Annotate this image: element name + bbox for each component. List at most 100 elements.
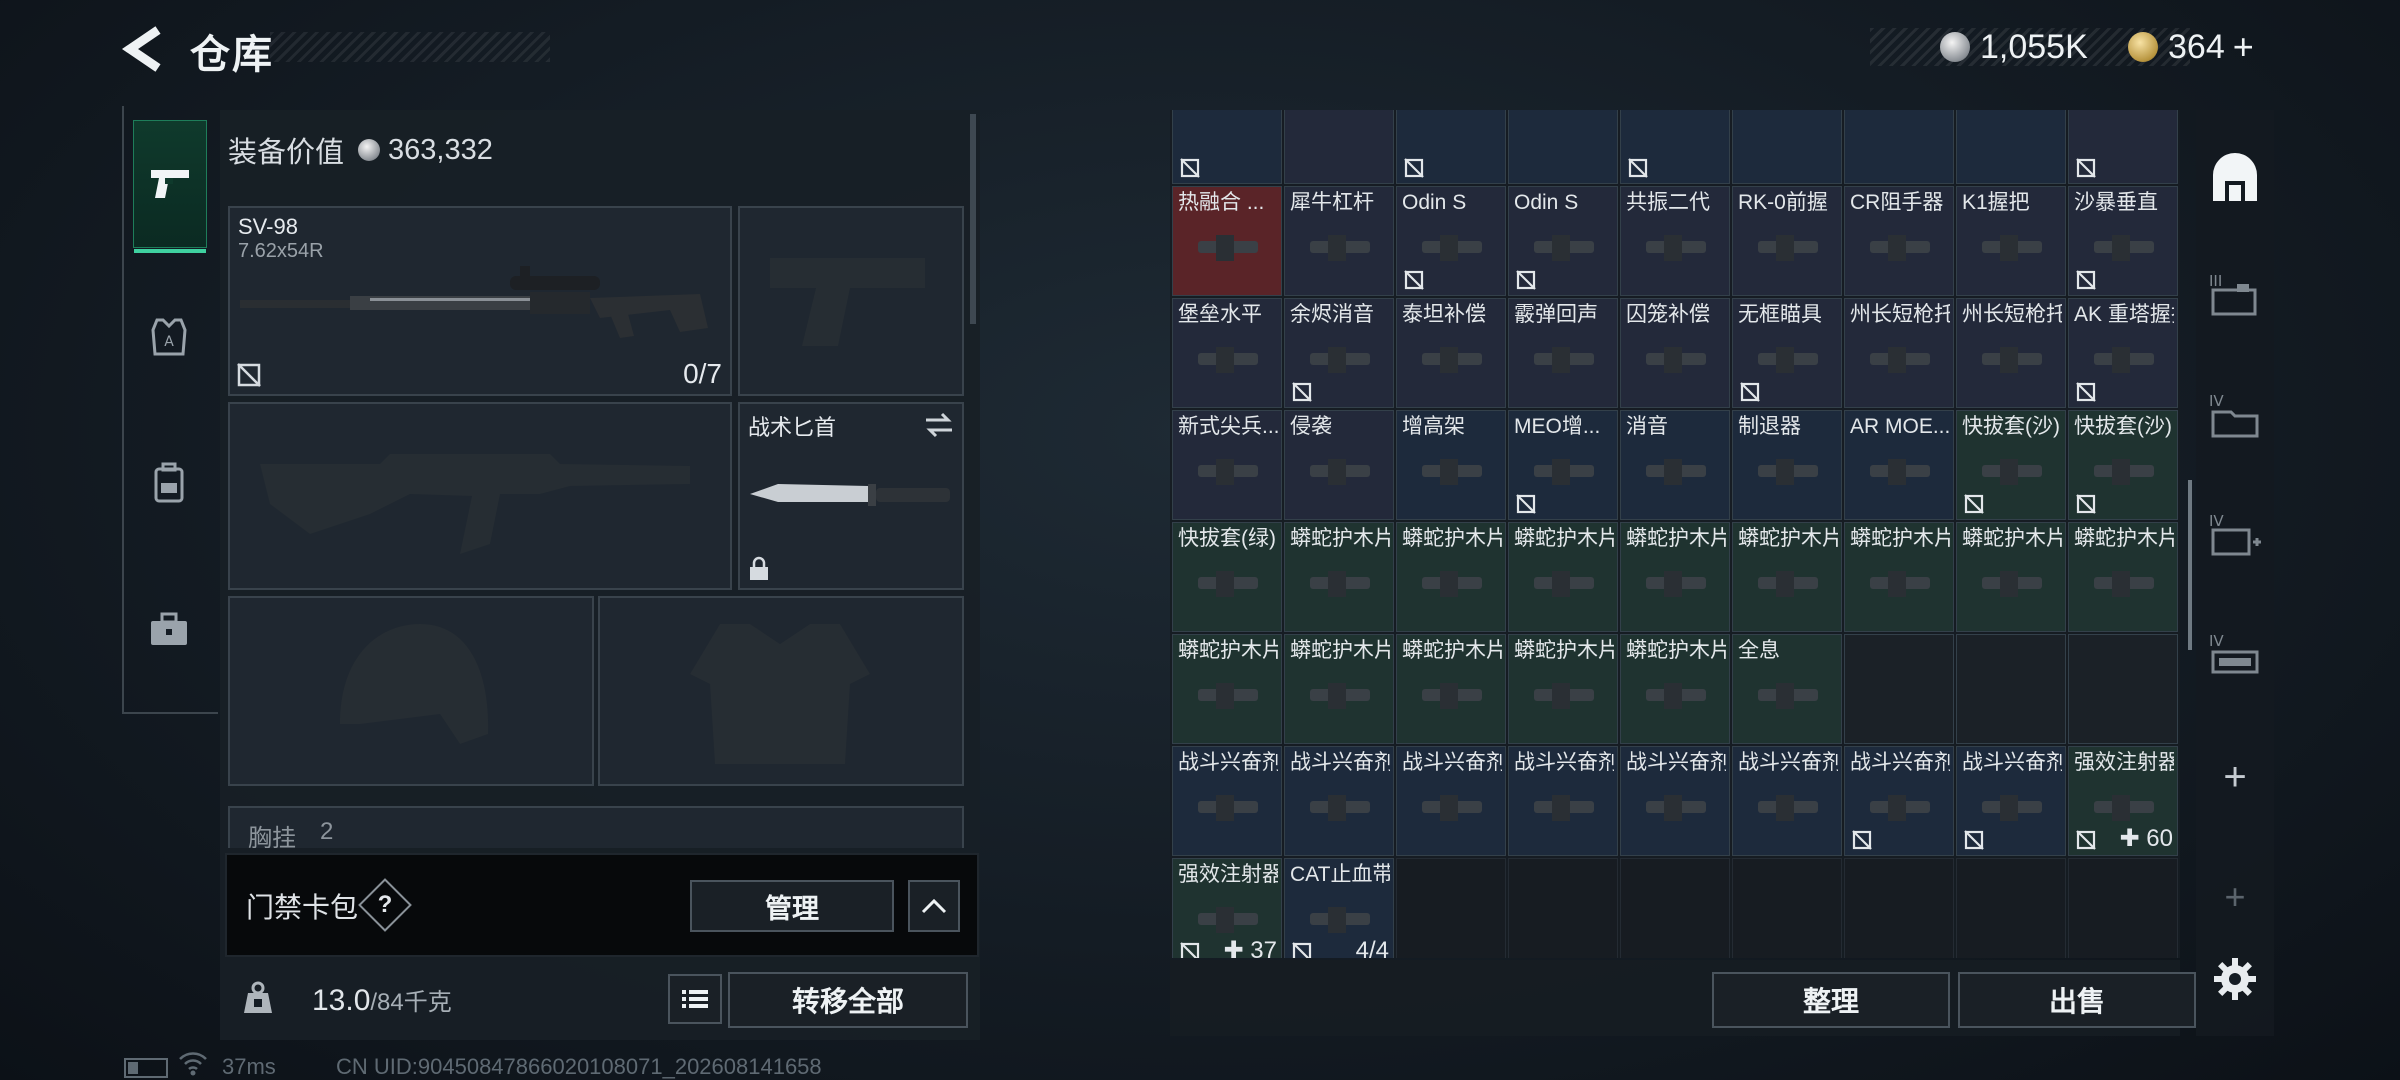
sidebar-item-container-4a[interactable]: IV: [2200, 370, 2270, 460]
stash-item[interactable]: 蟒蛇护木片: [1844, 522, 1954, 632]
stash-item[interactable]: 堡垒水平: [1172, 298, 1282, 408]
stash-empty-slot[interactable]: [1844, 858, 1954, 958]
stash-item[interactable]: 快拔套(沙): [2068, 410, 2178, 520]
stash-item[interactable]: CR阻手器: [1844, 186, 1954, 296]
stash-item[interactable]: 新式尖兵...: [1172, 410, 1282, 520]
stash-empty-slot[interactable]: [1732, 110, 1842, 184]
stash-item[interactable]: 蟒蛇护木片: [1284, 634, 1394, 744]
swap-icon[interactable]: [924, 412, 954, 438]
stash-empty-slot[interactable]: [2068, 858, 2178, 958]
stash-item[interactable]: 蟒蛇护木片: [1396, 522, 1506, 632]
sort-button[interactable]: 整理: [1712, 972, 1950, 1028]
stash-item[interactable]: 霰弹回声: [1508, 298, 1618, 408]
stash-item[interactable]: 无框瞄具: [1732, 298, 1842, 408]
body-armor-slot[interactable]: [598, 596, 964, 786]
stash-item[interactable]: 州长短枪托: [1956, 298, 2066, 408]
stash-item[interactable]: 蟒蛇护木片: [1620, 634, 1730, 744]
stash-item[interactable]: 强效注射器 ✚ 37: [1172, 858, 1282, 958]
stash-item[interactable]: CAT止血带 4/4: [1284, 858, 1394, 958]
stash-empty-slot[interactable]: [1844, 634, 1954, 744]
stash-item[interactable]: 全息: [1732, 634, 1842, 744]
help-button[interactable]: ?: [366, 886, 404, 924]
secondary-weapon-slot[interactable]: [228, 402, 732, 590]
add-gold-button[interactable]: +: [2233, 26, 2254, 68]
stash-item[interactable]: 战斗兴奋剂: [1172, 746, 1282, 856]
stash-item[interactable]: 囚笼补偿: [1620, 298, 1730, 408]
knife-slot[interactable]: 战术匕首: [738, 402, 964, 590]
sidebar-item-container-4b[interactable]: IV: [2200, 490, 2270, 580]
stash-item[interactable]: 战斗兴奋剂: [1508, 746, 1618, 856]
stash-empty-slot[interactable]: [1172, 110, 1282, 184]
stash-empty-slot[interactable]: [2068, 634, 2178, 744]
stash-empty-slot[interactable]: [1620, 858, 1730, 958]
stash-empty-slot[interactable]: [1732, 858, 1842, 958]
rail-item-toolbox[interactable]: [133, 566, 205, 692]
stash-item[interactable]: 泰坦补偿: [1396, 298, 1506, 408]
stash-empty-slot[interactable]: [1620, 110, 1730, 184]
stash-empty-slot[interactable]: [1956, 634, 2066, 744]
rail-item-armor[interactable]: A: [133, 274, 205, 400]
stash-item[interactable]: 蟒蛇护木片: [1508, 522, 1618, 632]
stash-item[interactable]: 快拔套(绿): [1172, 522, 1282, 632]
stash-item[interactable]: 余烬消音: [1284, 298, 1394, 408]
sidebar-item-stash[interactable]: [2200, 134, 2270, 224]
stash-item[interactable]: 快拔套(沙): [1956, 410, 2066, 520]
stash-item[interactable]: 热融合 ...: [1172, 186, 1282, 296]
stash-item[interactable]: 消音: [1620, 410, 1730, 520]
stash-empty-slot[interactable]: [1396, 858, 1506, 958]
stash-empty-slot[interactable]: [1284, 110, 1394, 184]
stash-item[interactable]: 蟒蛇护木片: [1956, 522, 2066, 632]
sidebar-item-container-4c[interactable]: IV: [2200, 610, 2270, 700]
stash-empty-slot[interactable]: [1844, 110, 1954, 184]
manage-button[interactable]: 管理: [690, 880, 894, 932]
stash-item[interactable]: 战斗兴奋剂: [1844, 746, 1954, 856]
stash-item[interactable]: 蟒蛇护木片: [1732, 522, 1842, 632]
stash-item[interactable]: Odin S: [1508, 186, 1618, 296]
stash-item[interactable]: 强效注射器 ✚ 60: [2068, 746, 2178, 856]
rail-item-backpack[interactable]: [133, 420, 205, 546]
stash-item[interactable]: 共振二代: [1620, 186, 1730, 296]
add-container-button[interactable]: +: [2200, 732, 2270, 822]
stash-empty-slot[interactable]: [1508, 858, 1618, 958]
stash-empty-slot[interactable]: [2068, 110, 2178, 184]
stash-item[interactable]: 战斗兴奋剂: [1396, 746, 1506, 856]
back-button[interactable]: [120, 22, 170, 77]
stash-item[interactable]: 战斗兴奋剂: [1956, 746, 2066, 856]
stash-item[interactable]: AR MOE...: [1844, 410, 1954, 520]
stash-item[interactable]: 增高架: [1396, 410, 1506, 520]
transfer-all-button[interactable]: 转移全部: [728, 972, 968, 1028]
rail-item-weapons[interactable]: [133, 120, 207, 253]
stash-item[interactable]: 侵袭: [1284, 410, 1394, 520]
stash-item[interactable]: 蟒蛇护木片: [1172, 634, 1282, 744]
stash-item[interactable]: 蟒蛇护木片: [1620, 522, 1730, 632]
stash-empty-slot[interactable]: [1956, 858, 2066, 958]
pistol-slot[interactable]: [738, 206, 964, 396]
chest-rig-slot[interactable]: 胸挂 2: [228, 806, 964, 848]
stash-item[interactable]: 蟒蛇护木片: [1284, 522, 1394, 632]
stash-item[interactable]: AK 重塔握把: [2068, 298, 2178, 408]
stash-item[interactable]: MEO增...: [1508, 410, 1618, 520]
stash-item[interactable]: 战斗兴奋剂: [1620, 746, 1730, 856]
stash-scrollbar[interactable]: [2188, 480, 2192, 650]
stash-item[interactable]: 战斗兴奋剂: [1284, 746, 1394, 856]
stash-empty-slot[interactable]: [1508, 110, 1618, 184]
primary-weapon-slot[interactable]: SV-98 7.62x54R 0/7: [228, 206, 732, 396]
expand-keycard-button[interactable]: [908, 880, 960, 932]
stash-item[interactable]: 制退器: [1732, 410, 1842, 520]
stash-item[interactable]: 沙暴垂直: [2068, 186, 2178, 296]
stash-item[interactable]: Odin S: [1396, 186, 1506, 296]
loadout-scrollbar[interactable]: [970, 114, 976, 324]
sidebar-item-container-3[interactable]: III: [2200, 250, 2270, 340]
stash-empty-slot[interactable]: [1396, 110, 1506, 184]
helmet-slot[interactable]: [228, 596, 594, 786]
stash-item[interactable]: 州长短枪托: [1844, 298, 1954, 408]
sell-button[interactable]: 出售: [1958, 972, 2196, 1028]
stash-item[interactable]: 蟒蛇护木片: [1396, 634, 1506, 744]
list-view-button[interactable]: [668, 974, 722, 1024]
gold-currency[interactable]: 364 +: [2128, 22, 2254, 72]
stash-item[interactable]: 犀牛杠杆: [1284, 186, 1394, 296]
stash-item[interactable]: K1握把: [1956, 186, 2066, 296]
stash-item[interactable]: RK-0前握: [1732, 186, 1842, 296]
stash-item[interactable]: 蟒蛇护木片: [2068, 522, 2178, 632]
stash-item[interactable]: 战斗兴奋剂: [1732, 746, 1842, 856]
